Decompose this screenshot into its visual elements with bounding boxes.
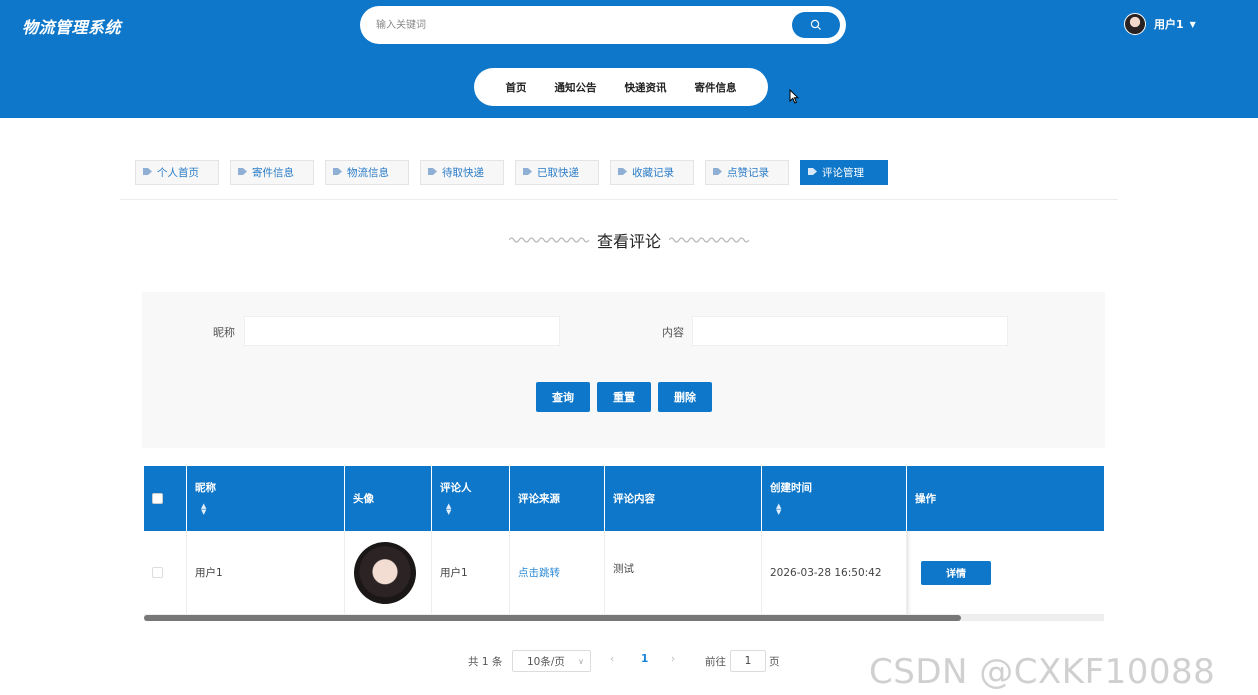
cell-nickname: 用户1 [187,531,345,614]
sort-icon[interactable]: ▲ ▼ [201,503,206,516]
decorative-squiggle-icon [508,237,589,243]
query-button[interactable]: 查询 [536,382,590,412]
site-logo[interactable]: 物流管理系统 [22,14,121,38]
cell-created-time: 2026-03-28 16:50:42 [762,531,907,614]
user-center-tabs: 个人首页 寄件信息 物流信息 待取快递 已取快递 收藏记录 点赞记录 评论管理 [135,160,899,185]
cell-actions: 详情 [907,531,1104,614]
cell-source: 点击跳转 [510,531,605,614]
row-select-cell [144,531,187,614]
col-actions: 操作 [915,493,936,505]
goto-label: 前往 [705,656,726,668]
tag-icon [332,167,343,179]
user-name: 用户1 [1154,18,1184,31]
page-title-wrap: 查看评论 [0,228,1258,252]
tab-likes[interactable]: 点赞记录 [705,160,789,185]
content-label: 内容 [662,326,684,339]
goto-page-input[interactable]: 1 [730,650,766,672]
sort-icon[interactable]: ▲ ▼ [446,503,451,516]
decorative-squiggle-icon [669,237,749,243]
tab-picked-up[interactable]: 已取快递 [515,160,599,185]
user-menu[interactable]: 用户1 ▼ [1124,13,1196,35]
tab-pending-pickup[interactable]: 待取快递 [420,160,504,185]
next-page-icon[interactable]: › [671,653,675,665]
search-icon [810,19,821,30]
table-header: 昵称 ▲ ▼ 头像 评论人 ▲ ▼ 评论来源 评论内容 创建时间 ▲ ▼ 操作 [144,466,1104,531]
search-bar [360,6,846,44]
nav-item-home[interactable]: 首页 [492,80,541,95]
tag-icon [237,167,248,179]
col-avatar: 头像 [345,466,432,531]
select-all-cell [144,466,187,531]
col-source: 评论来源 [510,466,605,531]
scrollbar-thumb[interactable] [144,615,961,621]
tabs-divider [120,199,1118,200]
user-avatar [1124,13,1146,35]
cell-avatar [345,531,432,614]
tag-icon [142,167,153,179]
tag-icon [522,167,533,179]
watermark: CSDN @CXKF10088 [869,652,1216,692]
tab-favorites[interactable]: 收藏记录 [610,160,694,185]
caret-down-icon: ▼ [1189,19,1196,29]
top-header: 物流管理系统 用户1 ▼ 首页 通知公告 快递资讯 寄件信息 [0,0,1258,118]
comments-table: 昵称 ▲ ▼ 头像 评论人 ▲ ▼ 评论来源 评论内容 创建时间 ▲ ▼ 操作 用户1… [144,466,1104,615]
col-created-time[interactable]: 创建时间 ▲ ▼ [762,466,907,531]
tab-profile-home[interactable]: 个人首页 [135,160,219,185]
mouse-cursor-icon [789,89,799,104]
nav-item-news[interactable]: 快递资讯 [611,80,681,95]
main-nav: 首页 通知公告 快递资讯 寄件信息 [474,68,768,106]
col-commenter[interactable]: 评论人 ▲ ▼ [432,466,510,531]
cell-commenter: 用户1 [432,531,510,614]
tag-icon [807,167,818,179]
col-nickname[interactable]: 昵称 ▲ ▼ [187,466,345,531]
source-link[interactable]: 点击跳转 [518,565,560,580]
detail-button[interactable]: 详情 [921,560,991,585]
select-all-checkbox[interactable] [152,493,163,504]
page-title: 查看评论 [596,232,661,251]
chevron-down-icon: ∨ [578,656,584,666]
nav-item-shipping[interactable]: 寄件信息 [681,80,751,95]
content-input[interactable] [692,316,1008,346]
table-scrollbar[interactable] [144,615,1104,621]
tag-icon [617,167,628,179]
tab-shipping-info[interactable]: 寄件信息 [230,160,314,185]
search-button[interactable] [792,12,840,38]
tag-icon [427,167,438,179]
cell-content: 测试 [605,531,762,614]
delete-button[interactable]: 删除 [658,382,712,412]
search-input[interactable] [376,15,776,35]
tag-icon [712,167,723,179]
tab-comments[interactable]: 评论管理 [800,160,888,185]
sort-icon[interactable]: ▲ ▼ [776,503,781,516]
nav-item-notice[interactable]: 通知公告 [541,80,611,95]
row-checkbox[interactable] [152,567,163,578]
col-content: 评论内容 [605,466,762,531]
avatar [354,541,416,604]
tab-logistics-info[interactable]: 物流信息 [325,160,409,185]
page-unit-label: 页 [769,656,780,668]
page-size-select[interactable]: 10条/页 ∨ [512,650,591,672]
page-number-current[interactable]: 1 [641,653,648,665]
pagination-total: 共 1 条 [468,656,503,668]
table-row: 用户1 用户1 点击跳转 测试 2026-03-28 16:50:42 详情 [144,531,1104,615]
prev-page-icon[interactable]: ‹ [610,653,614,665]
nickname-input[interactable] [244,316,560,346]
reset-button[interactable]: 重置 [597,382,651,412]
nickname-label: 昵称 [213,326,235,339]
